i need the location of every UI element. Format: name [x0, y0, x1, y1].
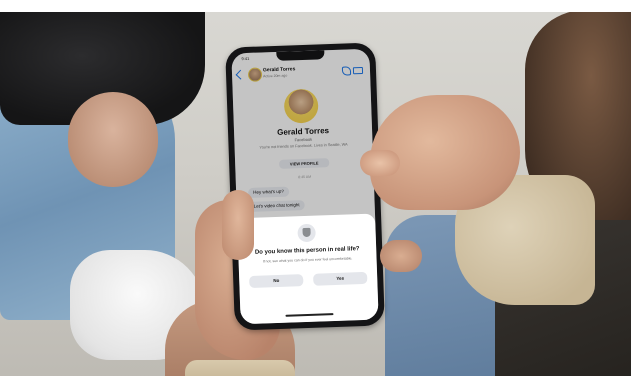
shield-icon: [297, 223, 316, 243]
photo-scene: 9:41 Gerald Torres Active 20m ago Gerald…: [0, 0, 631, 383]
left-thumb: [222, 190, 254, 260]
prompt-title: Do you know this person in real life?: [254, 246, 360, 256]
top-border: [0, 0, 631, 12]
no-button[interactable]: No: [249, 274, 304, 288]
background-person-hand: [68, 92, 158, 187]
yes-button[interactable]: Yes: [313, 271, 368, 286]
right-thumb: [360, 150, 400, 176]
phone-screen: 9:41 Gerald Torres Active 20m ago Gerald…: [231, 48, 379, 325]
smartphone: 9:41 Gerald Torres Active 20m ago Gerald…: [225, 42, 385, 331]
home-indicator: [285, 313, 334, 317]
right-finger: [380, 240, 422, 272]
bottom-border: [0, 376, 631, 383]
safety-prompt-sheet: Do you know this person in real life? If…: [237, 213, 379, 325]
prompt-body: If not, see what you can do if you ever …: [262, 256, 353, 264]
